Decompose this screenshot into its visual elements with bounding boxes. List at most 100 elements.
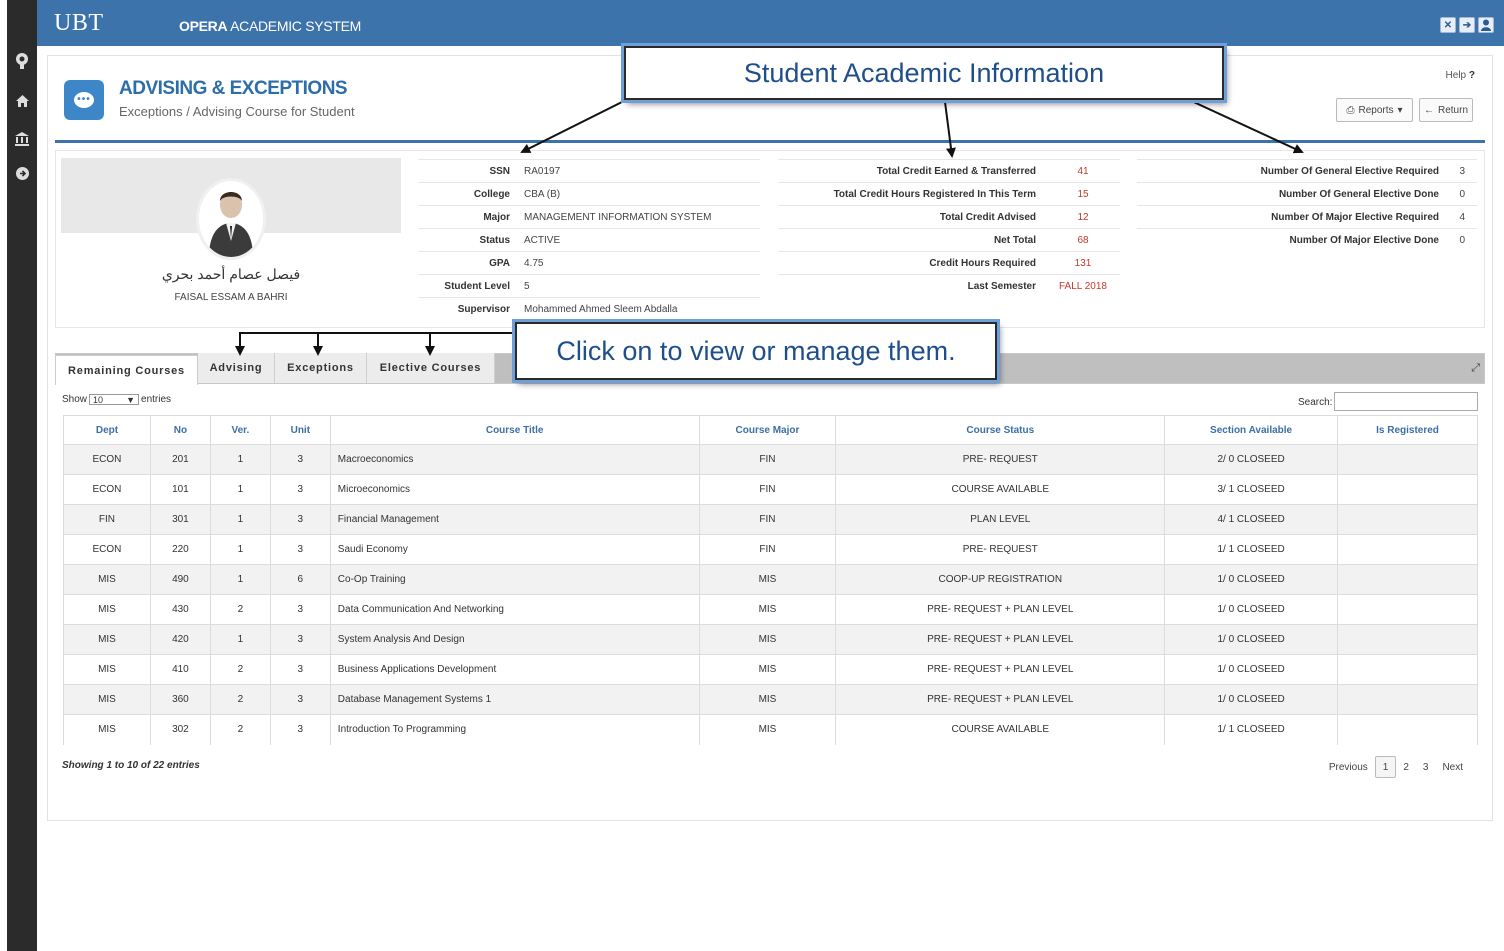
info-row-major-elective-required: Number Of Major Elective Required 4 — [1137, 205, 1477, 228]
entries-control: Show 10 ▼ entries — [62, 394, 171, 405]
page-button-3[interactable]: 3 — [1416, 756, 1436, 778]
page-title: ADVISING & EXCEPTIONS — [119, 78, 348, 99]
info-row-level: Student Level 5 — [418, 274, 760, 297]
table-row[interactable]: MIS 360 2 3 Database Management Systems 1 MIS… — [63, 684, 1478, 715]
table-row[interactable]: ECON 101 1 3 Microeconomics FIN COURSE AVAILAB… — [63, 474, 1478, 505]
return-label: Return — [1437, 104, 1468, 116]
table-row[interactable]: ECON 201 1 3 Macroeconomics FIN PRE- REQUEST 2/… — [63, 444, 1478, 475]
cell-ver: 2 — [209, 714, 271, 745]
info-value: FALL 2018 — [1058, 281, 1107, 292]
fullscreen-icon[interactable]: ✕ — [1440, 17, 1456, 33]
cell-course-status: PLAN LEVEL — [835, 504, 1166, 535]
info-label: Total Credit Hours Registered In This Te… — [833, 189, 1036, 200]
cell-ver: 2 — [209, 654, 271, 685]
info-value: 41 — [1077, 166, 1089, 177]
cell-course-title: Data Communication And Networking — [329, 594, 700, 625]
search-input[interactable] — [1334, 392, 1478, 411]
column-header-dept[interactable]: Dept — [63, 415, 151, 445]
cell-dept: FIN — [63, 504, 151, 535]
cell-section-available: 1/ 0 CLOSEED — [1164, 654, 1339, 685]
column-header-no[interactable]: No — [149, 415, 211, 445]
reports-button[interactable]: ⎙ Reports ▾ — [1336, 98, 1413, 122]
cell-course-status: PRE- REQUEST — [835, 534, 1166, 565]
cell-dept: MIS — [63, 654, 151, 685]
cell-no: 101 — [149, 474, 211, 505]
table-row[interactable]: MIS 410 2 3 Business Applications Developmen… — [63, 654, 1478, 685]
header-divider — [55, 140, 1485, 143]
home-icon[interactable] — [7, 90, 37, 112]
bank-icon[interactable] — [7, 128, 37, 150]
info-value: ACTIVE — [524, 235, 561, 246]
table-row[interactable]: MIS 302 2 3 Introduction To Programming MIS CO… — [63, 714, 1478, 745]
tab-elective-courses[interactable]: Elective Courses — [367, 353, 495, 383]
info-value: 0 — [1459, 189, 1465, 200]
user-icon[interactable] — [1478, 17, 1494, 33]
cell-no: 410 — [149, 654, 211, 685]
page-button-2[interactable]: 2 — [1396, 756, 1416, 778]
cell-dept: MIS — [63, 594, 151, 625]
column-header-unit[interactable]: Unit — [269, 415, 331, 445]
cell-course-title: Co-Op Training — [329, 564, 700, 595]
cell-section-available: 1/ 1 CLOSEED — [1164, 714, 1339, 745]
help-link[interactable]: Help ? — [1446, 70, 1475, 81]
brand-logo[interactable]: UBT — [54, 10, 104, 37]
caret-down-icon: ▾ — [1397, 104, 1403, 116]
info-value: 12 — [1077, 212, 1089, 223]
left-sidebar — [7, 0, 37, 951]
table-row[interactable]: ECON 220 1 3 Saudi Economy FIN PRE- REQUEST 1/ … — [63, 534, 1478, 565]
column-header-ver[interactable]: Ver. — [209, 415, 271, 445]
previous-page-button[interactable]: Previous — [1322, 756, 1375, 778]
exit-icon[interactable]: ➔ — [1459, 17, 1475, 33]
cell-course-major: MIS — [698, 624, 837, 655]
table-row[interactable]: MIS 420 1 3 System Analysis And Design MIS PRE… — [63, 624, 1478, 655]
info-row-ssn: SSN RA0197 — [418, 159, 760, 182]
table-row[interactable]: MIS 490 1 6 Co-Op Training MIS COOP-UP REGISTR… — [63, 564, 1478, 595]
arrow-right-icon[interactable] — [7, 162, 37, 184]
expand-icon[interactable]: ⤢ — [1471, 362, 1480, 375]
entries-label: entries — [141, 394, 172, 405]
info-row-credit-earned: Total Credit Earned & Transferred 41 — [778, 159, 1120, 182]
cell-course-status: COURSE AVAILABLE — [835, 714, 1166, 745]
cell-course-major: MIS — [698, 654, 837, 685]
cell-course-major: MIS — [698, 684, 837, 715]
cell-course-status: COURSE AVAILABLE — [835, 474, 1166, 505]
cell-section-available: 4/ 1 CLOSEED — [1164, 504, 1339, 535]
table-summary: Showing 1 to 10 of 22 entries — [62, 760, 200, 771]
cell-ver: 2 — [209, 594, 271, 625]
info-row-gen-elective-required: Number Of General Elective Required 3 — [1137, 159, 1477, 182]
student-info-column-3: Number Of General Elective Required 3 Num… — [1137, 159, 1477, 251]
column-header-course-status[interactable]: Course Status — [835, 415, 1166, 445]
logo-icon[interactable] — [7, 50, 37, 72]
info-label: Supervisor — [457, 304, 510, 315]
cell-dept: MIS — [63, 564, 151, 595]
cell-dept: MIS — [63, 624, 151, 655]
cell-section-available: 1/ 0 CLOSEED — [1164, 594, 1339, 625]
info-value: 131 — [1074, 258, 1092, 269]
info-value: 0 — [1459, 235, 1465, 246]
column-header-course-title[interactable]: Course Title — [329, 415, 700, 445]
page-button-1[interactable]: 1 — [1374, 756, 1397, 778]
table-row[interactable]: MIS 430 2 3 Data Communication And Networkin… — [63, 594, 1478, 625]
next-page-button[interactable]: Next — [1435, 756, 1470, 778]
tab-exceptions[interactable]: Exceptions — [275, 353, 367, 383]
cell-course-title: Database Management Systems 1 — [329, 684, 700, 715]
tab-remaining-courses[interactable]: Remaining Courses — [55, 355, 198, 385]
column-header-course-major[interactable]: Course Major — [698, 415, 837, 445]
cell-ver: 1 — [209, 534, 271, 565]
info-label: Number Of General Elective Done — [1278, 189, 1439, 200]
cell-section-available: 1/ 0 CLOSEED — [1164, 624, 1339, 655]
entries-select[interactable]: 10 ▼ — [89, 394, 140, 405]
cell-no: 302 — [149, 714, 211, 745]
info-label: Number Of Major Elective Done — [1289, 235, 1439, 246]
return-button[interactable]: ← Return — [1419, 98, 1473, 122]
column-header-section-available[interactable]: Section Available — [1164, 415, 1339, 445]
cell-dept: ECON — [63, 474, 151, 505]
info-label: Credit Hours Required — [929, 258, 1036, 269]
info-value: 4 — [1459, 212, 1465, 223]
cell-unit: 3 — [269, 714, 331, 745]
tab-advising[interactable]: Advising — [198, 353, 275, 383]
table-row[interactable]: FIN 301 1 3 Financial Management FIN PLAN LEVE… — [63, 504, 1478, 535]
cell-no: 201 — [149, 444, 211, 475]
cell-is-registered — [1337, 474, 1478, 505]
column-header-is-registered[interactable]: Is Registered — [1337, 415, 1478, 445]
